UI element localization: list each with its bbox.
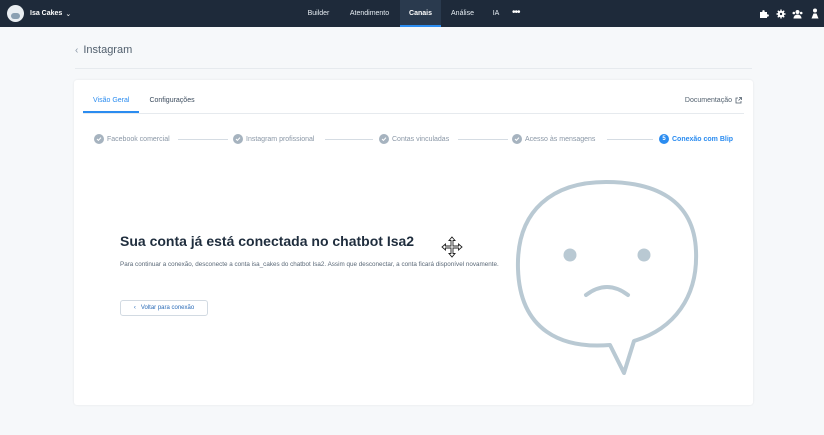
tabs-divider [83,113,744,114]
tab-visao-geral[interactable]: Visão Geral [83,94,140,113]
step-facebook-comercial: Facebook comercial [94,133,170,145]
step-label: Contas vinculadas [392,135,450,143]
nav-ia[interactable]: IA [488,0,504,27]
step-acesso-mensagens: Acesso às mensagens [512,133,595,145]
nav-analise[interactable]: Análise [446,0,479,27]
settings-gear-icon[interactable] [775,8,786,19]
chevron-left-icon[interactable]: ‹ [75,45,78,56]
step-connector [458,139,508,140]
header-divider [75,68,752,69]
puzzle-icon[interactable] [758,8,769,19]
step-connector [325,139,373,140]
nav-atendimento[interactable]: Atendimento [344,0,395,27]
status-description: Para continuar a conexão, desconecte a c… [120,261,499,268]
tab-bar: Visão Geral Configurações [83,94,205,113]
more-icon[interactable]: ••• [512,0,520,27]
external-link-icon [735,97,742,104]
page-title: Instagram [83,44,133,56]
check-circle-icon [94,134,104,144]
top-navigation-bar: Isa Cakes ⌄ Builder Atendimento Canais A… [0,0,824,27]
user-icon[interactable] [809,8,820,19]
channel-card: Visão Geral Configurações Documentação F… [74,80,753,405]
step-conexao-blip: 5 Conexão com Blip [659,133,733,145]
nav-canais[interactable]: Canais [400,0,441,27]
step-contas-vinculadas: Contas vinculadas [379,133,449,145]
chevron-left-icon: ‹ [133,305,136,311]
status-heading: Sua conta já está conectada no chatbot I… [120,233,415,249]
connection-stepper: Facebook comercial Instagram profissiona… [94,133,734,145]
sad-chat-bubble-illustration [515,180,699,375]
check-circle-icon [512,134,522,144]
nav-builder[interactable]: Builder [303,0,334,27]
step-connector [178,139,228,140]
step-label: Conexão com Blip [672,135,734,143]
documentation-link[interactable]: Documentação [685,97,742,104]
back-to-connection-button[interactable]: ‹ Voltar para conexão [120,300,208,316]
top-actions [758,8,820,19]
back-button-label: Voltar para conexão [140,305,195,311]
step-label: Acesso às mensagens [525,135,596,143]
step-instagram-profissional: Instagram profissional [233,133,314,145]
step-number: 5 [659,134,669,144]
check-circle-icon [233,134,243,144]
tab-configuracoes[interactable]: Configurações [139,94,204,113]
move-cursor-icon [441,236,463,258]
step-label: Facebook comercial [107,135,170,143]
step-connector [607,139,653,140]
main-nav: Builder Atendimento Canais Análise IA ••… [0,0,824,27]
step-label: Instagram profissional [246,135,315,143]
documentation-label: Documentação [684,97,732,104]
breadcrumb: ‹ Instagram [75,44,132,56]
team-icon[interactable] [792,8,803,19]
check-circle-icon [379,134,389,144]
